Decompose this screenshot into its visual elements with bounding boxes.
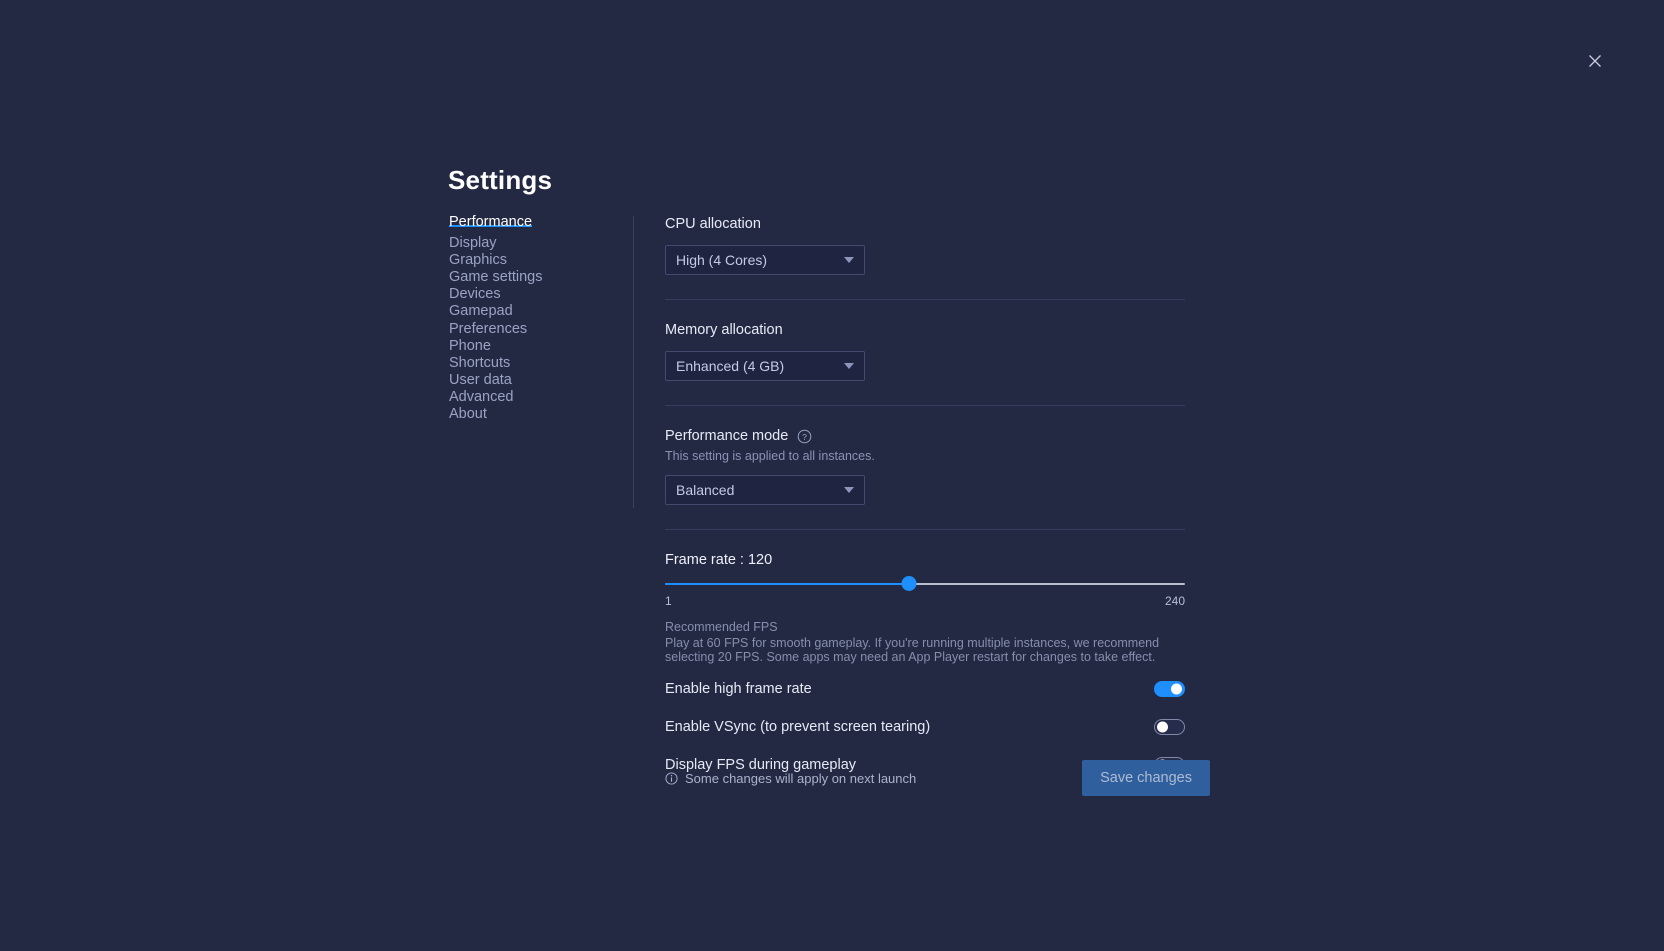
toggle-row-high-frame-rate[interactable]: Enable high frame rate — [665, 676, 1185, 702]
sidebar-item-display[interactable]: Display — [449, 243, 497, 244]
toggle-label: Enable VSync (to prevent screen tearing) — [665, 719, 930, 735]
sidebar-item-shortcuts[interactable]: Shortcuts — [449, 363, 510, 364]
toggle-knob — [1171, 684, 1182, 695]
sidebar-item-about[interactable]: About — [449, 414, 487, 415]
performance-panel: CPU allocation High (4 Cores) Memory all… — [665, 216, 1185, 778]
settings-window: Settings Performance Display Graphics Ga… — [0, 0, 1664, 951]
memory-allocation-label: Memory allocation — [665, 322, 1185, 338]
performance-mode-label: Performance mode ? — [665, 428, 1185, 444]
performance-mode-subtitle: This setting is applied to all instances… — [665, 449, 1185, 463]
page-title: Settings — [448, 165, 552, 196]
sidebar-item-preferences[interactable]: Preferences — [449, 329, 527, 330]
sidebar-item-game-settings[interactable]: Game settings — [449, 277, 543, 278]
sidebar-item-graphics[interactable]: Graphics — [449, 260, 507, 261]
slider-scale: 1 240 — [665, 594, 1185, 612]
settings-sidebar: Performance Display Graphics Game settin… — [449, 222, 619, 431]
frame-rate-label: Frame rate : 120 — [665, 552, 1185, 568]
chevron-down-icon — [844, 257, 854, 263]
slider-min-label: 1 — [665, 594, 672, 608]
sidebar-divider — [633, 216, 634, 508]
cpu-allocation-select[interactable]: High (4 Cores) — [665, 245, 865, 275]
cpu-allocation-value: High (4 Cores) — [676, 252, 838, 268]
sidebar-item-gamepad[interactable]: Gamepad — [449, 311, 513, 312]
frame-rate-slider[interactable] — [665, 582, 1185, 586]
memory-allocation-value: Enhanced (4 GB) — [676, 358, 838, 374]
slider-fill — [665, 583, 909, 585]
footer-note: Some changes will apply on next launch — [665, 771, 916, 786]
toggle-label: Enable high frame rate — [665, 681, 812, 697]
vsync-toggle[interactable] — [1154, 719, 1185, 735]
svg-text:?: ? — [802, 431, 807, 441]
sidebar-item-devices[interactable]: Devices — [449, 294, 501, 295]
section-divider — [665, 529, 1185, 530]
cpu-allocation-label: CPU allocation — [665, 216, 1185, 232]
close-icon[interactable] — [1582, 48, 1608, 74]
sidebar-item-user-data[interactable]: User data — [449, 380, 512, 381]
toggle-knob — [1157, 722, 1168, 733]
sidebar-item-performance[interactable]: Performance — [449, 222, 532, 227]
help-circle-icon[interactable]: ? — [797, 429, 812, 444]
section-divider — [665, 299, 1185, 300]
chevron-down-icon — [844, 363, 854, 369]
memory-allocation-select[interactable]: Enhanced (4 GB) — [665, 351, 865, 381]
info-circle-icon — [665, 772, 678, 785]
chevron-down-icon — [844, 487, 854, 493]
performance-mode-text: Performance mode — [665, 428, 788, 444]
save-changes-button[interactable]: Save changes — [1082, 760, 1210, 796]
section-divider — [665, 405, 1185, 406]
toggle-row-vsync[interactable]: Enable VSync (to prevent screen tearing) — [665, 714, 1185, 740]
footer-note-text: Some changes will apply on next launch — [685, 771, 916, 786]
recommended-fps-body: Play at 60 FPS for smooth gameplay. If y… — [665, 636, 1165, 664]
recommended-fps-title: Recommended FPS — [665, 620, 1185, 634]
sidebar-item-phone[interactable]: Phone — [449, 346, 491, 347]
slider-max-label: 240 — [1165, 594, 1185, 608]
performance-mode-select[interactable]: Balanced — [665, 475, 865, 505]
high-frame-rate-toggle[interactable] — [1154, 681, 1185, 697]
sidebar-item-advanced[interactable]: Advanced — [449, 397, 514, 398]
settings-footer: Some changes will apply on next launch S… — [665, 760, 1210, 796]
slider-thumb[interactable] — [902, 576, 917, 591]
performance-mode-value: Balanced — [676, 482, 838, 498]
